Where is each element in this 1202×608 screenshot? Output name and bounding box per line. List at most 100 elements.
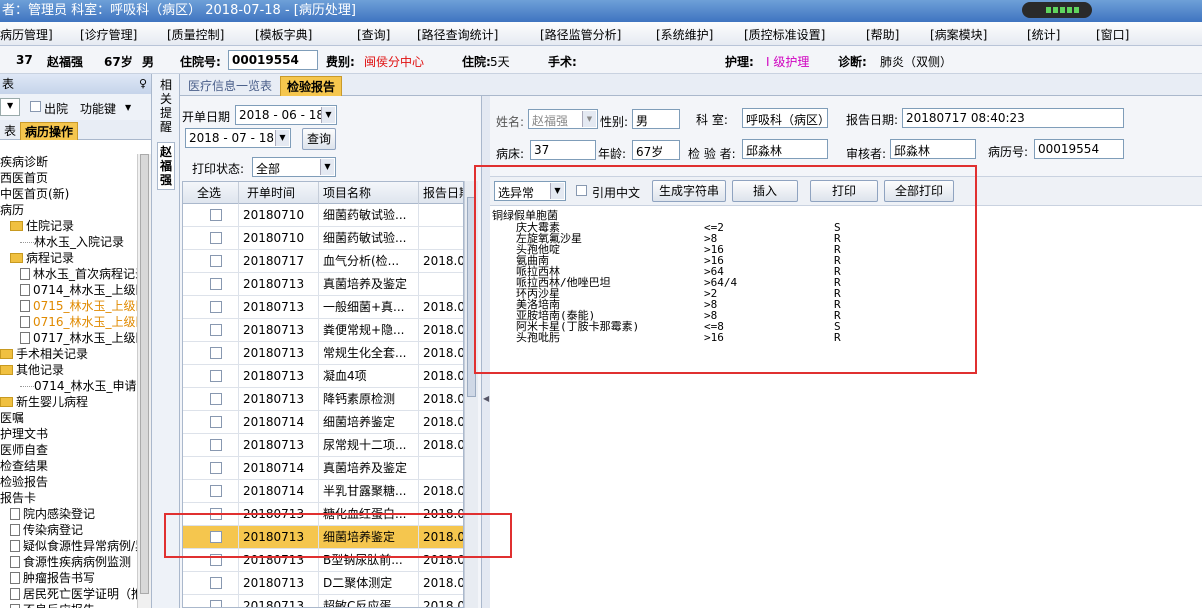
tree-item[interactable]: 其他记录 — [0, 362, 138, 378]
bed-field[interactable]: 37 — [530, 140, 596, 160]
menu-templates[interactable]: [模板字典] — [255, 26, 312, 43]
tab-patient-name[interactable]: 赵福强 — [157, 142, 175, 190]
table-row[interactable]: 20180710 细菌药敏试验... — [183, 204, 463, 227]
tree-item[interactable]: 肿瘤报告书写 — [0, 570, 138, 586]
date-from-picker[interactable]: 2018 - 06 - 18 ▼ — [235, 105, 337, 125]
chevron-down-icon[interactable]: ▼ — [550, 183, 564, 199]
tree-item[interactable]: 病程记录 — [0, 250, 138, 266]
print-all-button[interactable]: 全部打印 — [884, 180, 954, 202]
tree-item[interactable]: 0716_林水玉_上级医师查房 — [0, 314, 138, 330]
row-checkbox[interactable] — [210, 324, 222, 336]
reviewer-field[interactable]: 邱淼林 — [890, 139, 976, 159]
collapse-arrow-icon[interactable]: ◀ — [483, 394, 489, 403]
tab-medical-info-overview[interactable]: 医疗信息一览表 — [182, 76, 278, 96]
tree-item[interactable]: 0714_林水玉_上级医师查房 — [0, 282, 138, 298]
menu-path-analysis[interactable]: [路径监管分析] — [540, 26, 621, 43]
tree-item[interactable]: 检查结果 — [0, 458, 138, 474]
tree-item[interactable]: 护理文书 — [0, 426, 138, 442]
row-checkbox[interactable] — [210, 531, 222, 543]
scroll-thumb[interactable] — [467, 197, 476, 397]
query-button[interactable]: 查询 — [302, 128, 336, 150]
menu-quality-control[interactable]: [质量控制] — [167, 26, 224, 43]
tree-item[interactable]: 0715_林水玉_上级医师查房 — [0, 298, 138, 314]
tree-item[interactable]: 病历 — [0, 202, 138, 218]
row-checkbox[interactable] — [210, 393, 222, 405]
tree-item[interactable]: 医嘱 — [0, 410, 138, 426]
tree-item[interactable]: 院内感染登记 — [0, 506, 138, 522]
pin-icon[interactable]: ♀ — [139, 74, 147, 94]
function-key-dropdown[interactable]: 功能键 — [80, 100, 116, 117]
insert-button[interactable]: 插入 — [732, 180, 798, 202]
chevron-down-icon[interactable]: ▼ — [321, 107, 335, 123]
table-row[interactable]: 20180713凝血4项2018.07 — [183, 365, 463, 388]
table-row[interactable]: 20180713尿常规十二项...2018.07 — [183, 434, 463, 457]
abnormal-filter-select[interactable]: 选异常 ▼ — [494, 181, 566, 201]
table-row[interactable]: 20180713降钙素原检测2018.07 — [183, 388, 463, 411]
table-row[interactable]: 20180713糖化血红蛋白...2018.07 — [183, 503, 463, 526]
table-row[interactable]: 20180714细菌培养鉴定2018.07 — [183, 411, 463, 434]
table-row[interactable]: 20180713常规生化全套...2018.07 — [183, 342, 463, 365]
name-field[interactable]: 赵福强 ▼ — [528, 109, 598, 129]
menu-statistics[interactable]: [统计] — [1027, 26, 1060, 43]
select-all-header[interactable]: 全选 — [183, 182, 239, 204]
tab-related-reminders[interactable]: 相关提醒 — [157, 78, 175, 134]
row-checkbox[interactable] — [210, 278, 222, 290]
menu-diagnosis[interactable]: [诊疗管理] — [80, 26, 137, 43]
tree-item[interactable]: 食源性疾病病例监测 — [0, 554, 138, 570]
tree-item[interactable]: 报告卡 — [0, 490, 138, 506]
table-row[interactable]: 20180713粪便常规+隐...2018.07 — [183, 319, 463, 342]
menu-help[interactable]: [帮助] — [866, 26, 899, 43]
report-text-area[interactable]: 铜绿假单胞菌 庆大霉素 <=2 S 左旋氧氟沙星 >8 R 头孢他啶 >16 R 氨曲南 >16 R 哌… — [490, 206, 1202, 608]
tree-item[interactable]: 0717_林水玉_上级医师查房 — [0, 330, 138, 346]
table-row[interactable]: 20180710 细菌药敏试验... — [183, 227, 463, 250]
table-row[interactable]: 20180717血气分析(检...2018.07 — [183, 250, 463, 273]
row-checkbox[interactable] — [210, 462, 222, 474]
generate-string-button[interactable]: 生成字符串 — [652, 180, 726, 202]
left-scrollbar[interactable] — [137, 154, 151, 608]
tree-item[interactable]: 住院记录 — [0, 218, 138, 234]
tree-item[interactable]: 新生婴儿病程 — [0, 394, 138, 410]
menu-path-stats[interactable]: [路径查询统计] — [417, 26, 498, 43]
row-checkbox[interactable] — [210, 232, 222, 244]
tree-item[interactable]: 医师自查 — [0, 442, 138, 458]
sex-field[interactable]: 男 — [632, 109, 680, 129]
menu-record-management[interactable]: 病历管理] — [0, 26, 53, 43]
row-checkbox[interactable] — [210, 370, 222, 382]
record-field[interactable]: 00019554 — [1034, 139, 1124, 159]
table-row[interactable]: 20180713B型钠尿肽前...2018.07 — [183, 549, 463, 572]
table-row[interactable]: 20180713超敏C反应蛋...2018.07 — [183, 595, 463, 607]
print-status-select[interactable]: 全部 ▼ — [252, 157, 336, 177]
date-to-picker[interactable]: 2018 - 07 - 18 ▼ — [185, 128, 291, 148]
discharge-checkbox[interactable] — [30, 101, 41, 112]
tree-item[interactable]: 0714_林水玉_申请 — [0, 378, 138, 394]
tree-item[interactable]: 林水玉_首次病程记录 — [0, 266, 138, 282]
tree-item[interactable]: 林水玉_入院记录 — [0, 234, 138, 250]
table-row[interactable]: 20180713D二聚体测定2018.07 — [183, 572, 463, 595]
row-checkbox[interactable] — [210, 485, 222, 497]
table-row[interactable]: 20180714半乳甘露聚糖...2018.07 — [183, 480, 463, 503]
chevron-down-icon[interactable]: ▼ — [275, 130, 289, 146]
chevron-down-icon[interactable]: ▼ — [125, 103, 131, 112]
tree-item[interactable]: 疾病诊断 — [0, 154, 138, 170]
row-checkbox[interactable] — [210, 301, 222, 313]
row-checkbox[interactable] — [210, 554, 222, 566]
menu-system[interactable]: [系统维护] — [656, 26, 713, 43]
tree-item[interactable]: 手术相关记录 — [0, 346, 138, 362]
chevron-down-icon[interactable]: ▼ — [582, 111, 596, 127]
print-button[interactable]: 打印 — [810, 180, 878, 202]
tab-record-operations[interactable]: 病历操作 — [20, 122, 79, 140]
tree-item[interactable]: 传染病登记 — [0, 522, 138, 538]
table-row[interactable]: 20180713 真菌培养及鉴定 — [183, 273, 463, 296]
row-checkbox[interactable] — [210, 209, 222, 221]
row-checkbox[interactable] — [210, 508, 222, 520]
menu-qc-standards[interactable]: [质控标准设置] — [744, 26, 825, 43]
age-field[interactable]: 67岁 — [632, 140, 680, 160]
cite-chinese-checkbox[interactable] — [576, 185, 587, 196]
tree-item[interactable]: 不良反应报告 — [0, 602, 138, 608]
panel-splitter[interactable]: ◀ — [482, 96, 490, 608]
tree-item[interactable]: 疑似食源性异常病例/异常健康事件 — [0, 538, 138, 554]
row-checkbox[interactable] — [210, 577, 222, 589]
scroll-thumb[interactable] — [140, 154, 149, 594]
row-checkbox[interactable] — [210, 416, 222, 428]
table-row[interactable]: 20180713一般细菌+真...2018.07 — [183, 296, 463, 319]
